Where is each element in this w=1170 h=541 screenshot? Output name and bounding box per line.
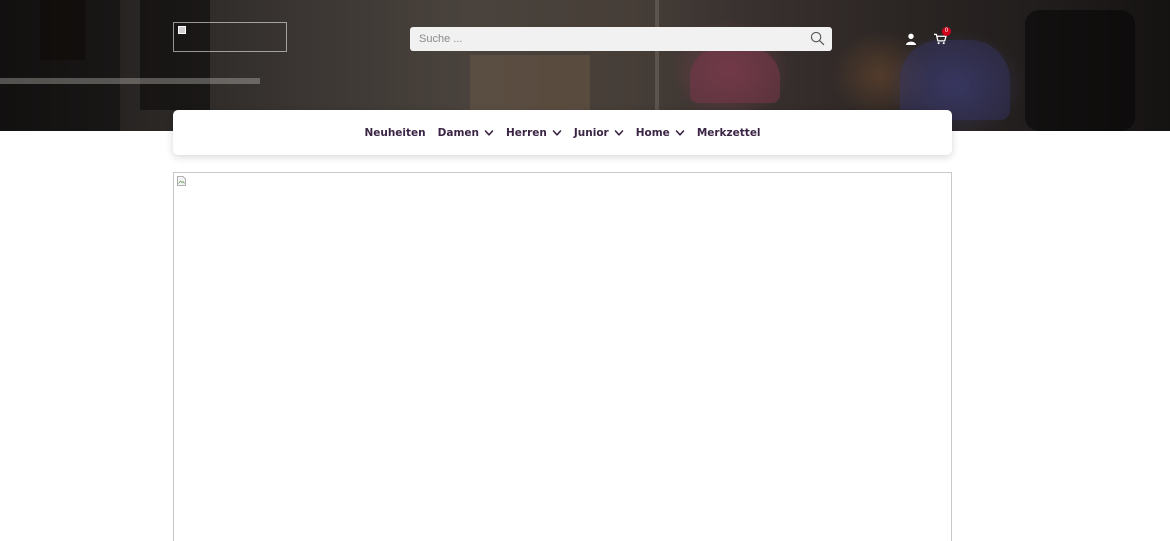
cart-button[interactable]: 0 <box>934 27 951 46</box>
nav-item-home[interactable]: Home <box>636 127 685 139</box>
broken-image-icon <box>178 26 186 34</box>
chevron-down-icon <box>484 129 494 136</box>
background-shoe <box>690 48 780 103</box>
background-boots <box>140 0 210 110</box>
nav-item-label: Herren <box>506 126 547 139</box>
content-frame <box>173 172 952 541</box>
user-icon[interactable] <box>905 33 917 45</box>
chevron-down-icon <box>675 129 685 136</box>
nav-item-label: Merkzettel <box>696 126 761 139</box>
nav-item-label: Damen <box>437 126 479 139</box>
background-shelf-edge <box>0 78 260 84</box>
site-logo[interactable] <box>173 22 287 52</box>
search-input[interactable] <box>410 27 800 51</box>
background-bag <box>900 40 1010 120</box>
background-bag <box>1025 10 1135 131</box>
nav-item-neuheiten[interactable]: Neuheiten <box>364 127 425 139</box>
chevron-down-icon <box>552 129 562 136</box>
nav-item-junior[interactable]: Junior <box>574 127 624 139</box>
nav-item-herren[interactable]: Herren <box>506 127 562 139</box>
search-icon[interactable] <box>810 31 825 46</box>
background-box <box>470 55 590 115</box>
main-navigation: Neuheiten Damen Herren Junior Home Merkz… <box>173 110 952 155</box>
cart-count-badge: 0 <box>942 27 951 36</box>
search-bar <box>410 27 832 51</box>
nav-item-label: Neuheiten <box>364 126 426 139</box>
background-boots <box>40 0 85 60</box>
nav-item-merkzettel[interactable]: Merkzettel <box>697 127 761 139</box>
chevron-down-icon <box>614 129 624 136</box>
nav-item-damen[interactable]: Damen <box>438 127 494 139</box>
nav-item-label: Junior <box>573 126 609 139</box>
broken-image-icon <box>177 176 186 186</box>
nav-item-label: Home <box>635 126 670 139</box>
